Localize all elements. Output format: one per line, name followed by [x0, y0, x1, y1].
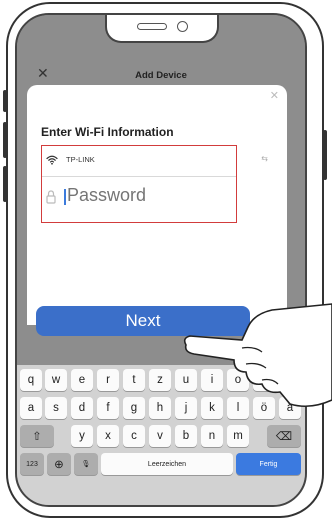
volume-button	[3, 122, 7, 158]
pointing-hand-icon	[182, 300, 333, 410]
delete-key[interactable]: ⌫	[267, 425, 301, 447]
text-cursor	[64, 189, 66, 205]
key-m[interactable]: m	[227, 425, 249, 447]
space-key[interactable]: Leerzeichen	[101, 453, 233, 475]
key-d[interactable]: d	[71, 397, 93, 419]
wifi-card: ✕ Enter Wi-Fi Information TP-LINK ⇆	[27, 85, 287, 325]
key-a[interactable]: a	[20, 397, 42, 419]
ssid-row[interactable]: TP-LINK ⇆	[42, 146, 268, 177]
key-f[interactable]: f	[97, 397, 119, 419]
key-w[interactable]: w	[45, 369, 67, 391]
card-close-icon[interactable]: ✕	[270, 89, 279, 102]
key-s[interactable]: s	[45, 397, 67, 419]
volume-button	[3, 166, 7, 202]
page-title: Add Device	[135, 70, 187, 81]
lock-icon	[46, 190, 56, 204]
key-z[interactable]: z	[149, 369, 171, 391]
key-q[interactable]: q	[20, 369, 42, 391]
ssid-label: TP-LINK	[66, 155, 95, 164]
done-key[interactable]: Fertig	[236, 453, 301, 475]
shift-key[interactable]: ⇧	[20, 425, 54, 447]
password-input[interactable]	[67, 185, 217, 206]
card-heading: Enter Wi-Fi Information	[41, 125, 174, 139]
notch	[105, 15, 219, 43]
key-v[interactable]: v	[149, 425, 171, 447]
wifi-icon	[46, 155, 58, 165]
wifi-form-highlight: TP-LINK ⇆	[41, 145, 268, 223]
volume-button	[3, 90, 7, 112]
key-g[interactable]: g	[123, 397, 145, 419]
key-y[interactable]: y	[71, 425, 93, 447]
camera-icon	[177, 21, 188, 32]
key-e[interactable]: e	[71, 369, 93, 391]
key-b[interactable]: b	[175, 425, 197, 447]
key-c[interactable]: c	[123, 425, 145, 447]
key-h[interactable]: h	[149, 397, 171, 419]
key-r[interactable]: r	[97, 369, 119, 391]
globe-key[interactable]: ⊕	[47, 453, 71, 475]
phone-screen: ✕ Add Device ✕ Enter Wi-Fi Information T…	[15, 13, 307, 507]
switch-network-icon[interactable]: ⇆	[261, 154, 268, 163]
power-button	[323, 130, 327, 180]
key-n[interactable]: n	[201, 425, 223, 447]
mic-key[interactable]: 🎙	[74, 453, 98, 475]
key-t[interactable]: t	[123, 369, 145, 391]
speaker-icon	[137, 23, 167, 30]
numbers-key[interactable]: 123	[20, 453, 44, 475]
password-row[interactable]	[42, 176, 236, 222]
key-x[interactable]: x	[97, 425, 119, 447]
